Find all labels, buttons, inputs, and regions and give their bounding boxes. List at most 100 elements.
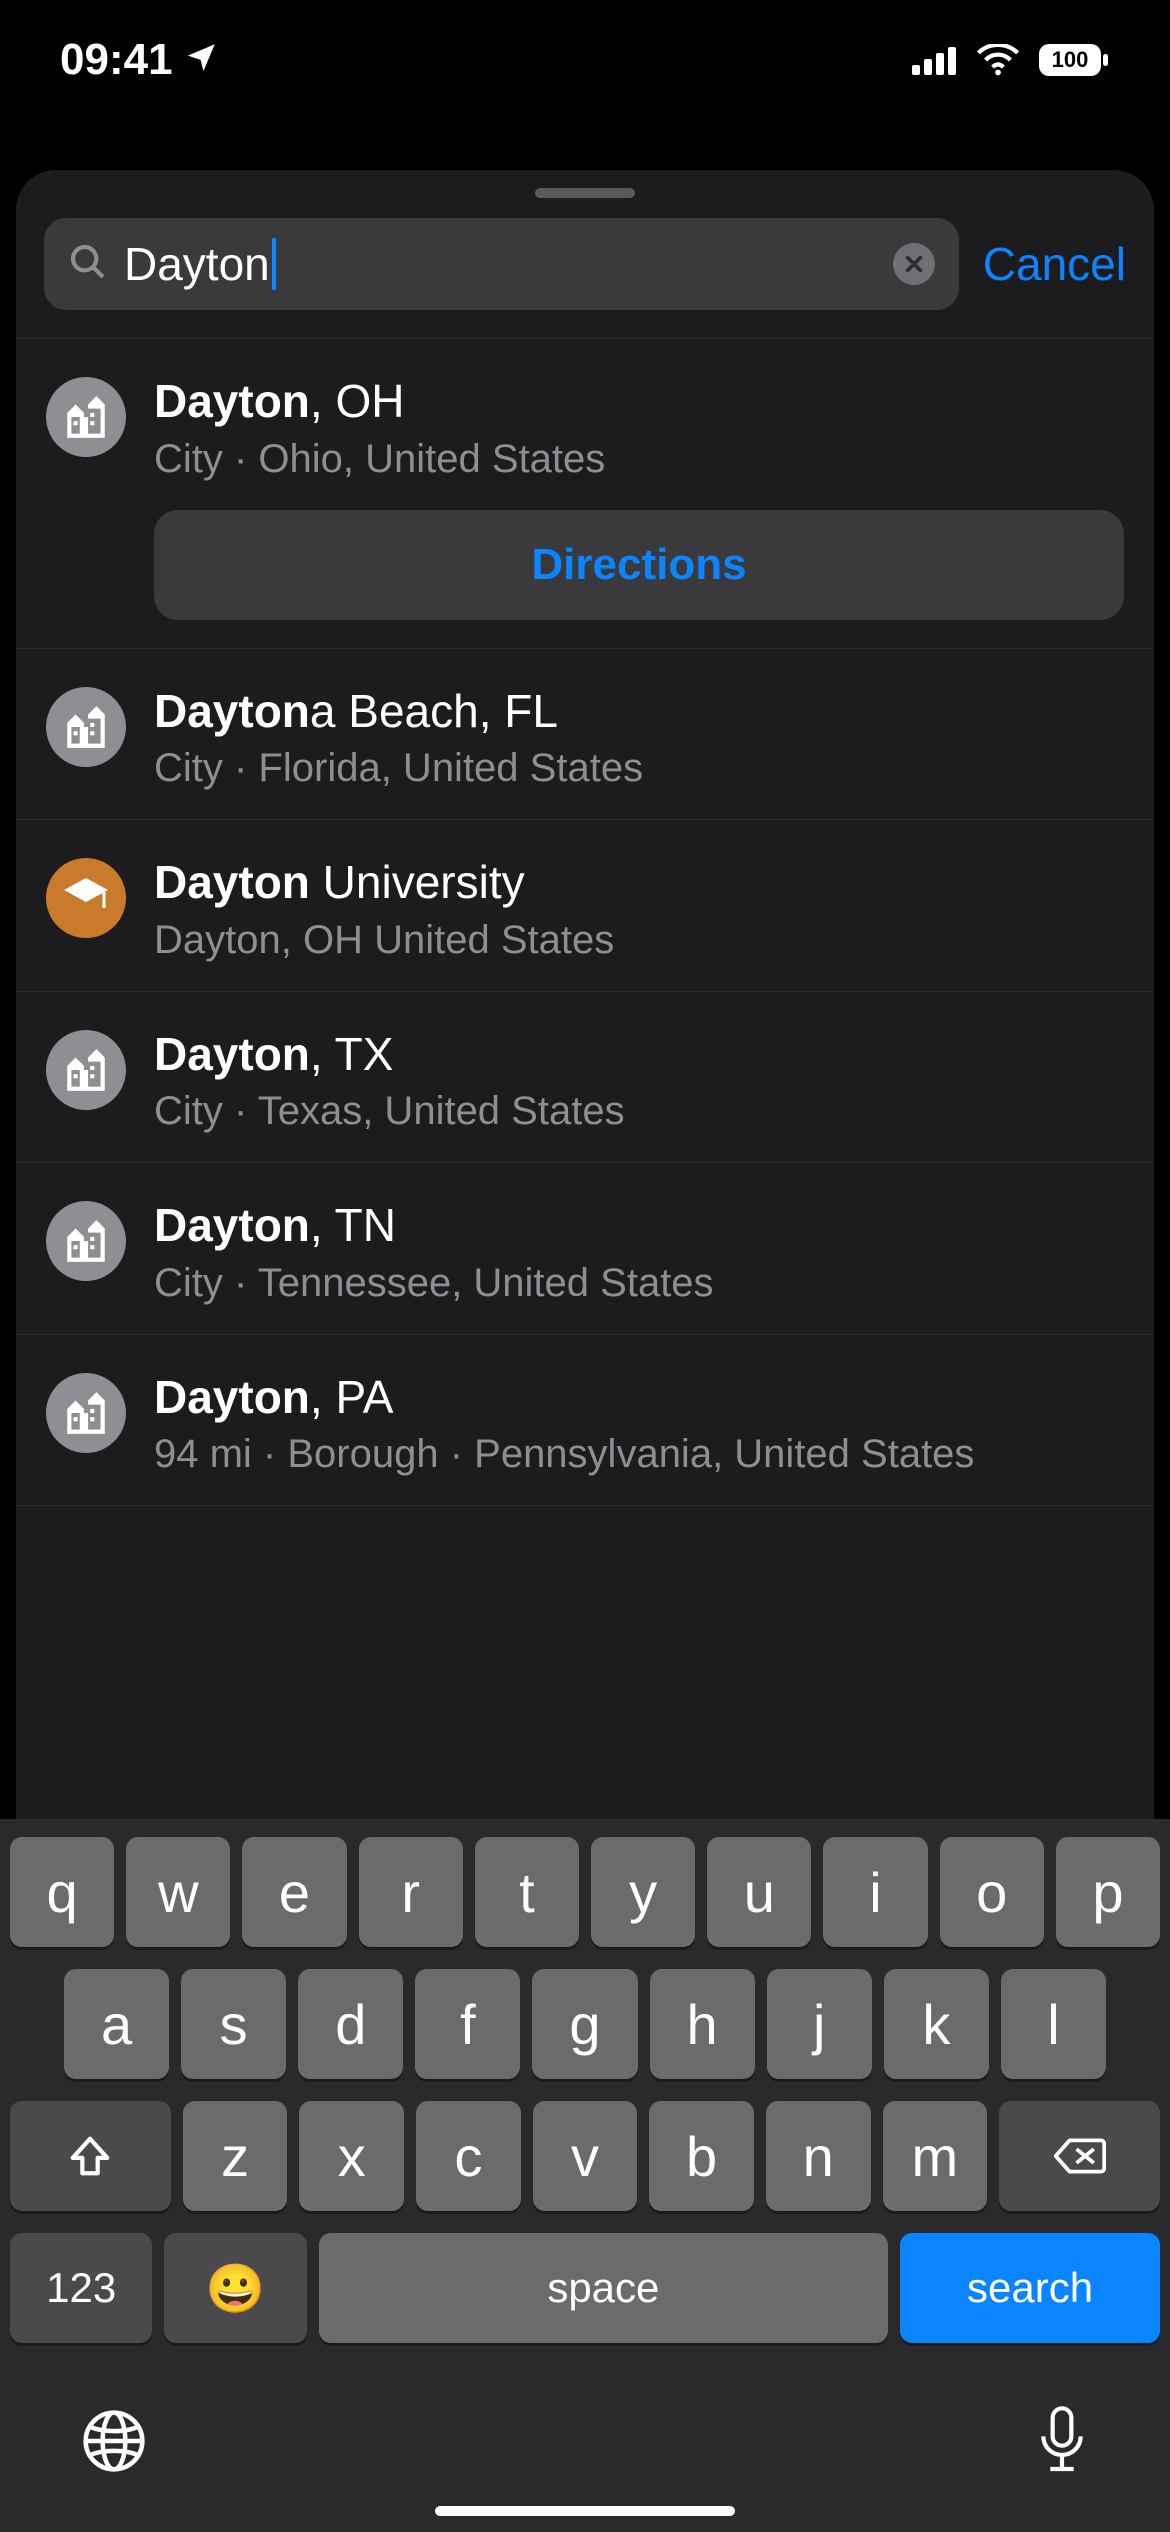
result-title-bold: Dayton: [154, 1028, 310, 1080]
result-row[interactable]: Dayton, TN City · Tennessee, United State…: [16, 1163, 1154, 1335]
result-title-bold: Dayton: [154, 1199, 310, 1251]
numbers-key[interactable]: 123: [10, 2233, 152, 2343]
search-icon: [68, 242, 108, 287]
result-title-rest: , TX: [310, 1028, 394, 1080]
result-body: Dayton, PA 94 mi · Borough · Pennsylvania…: [154, 1369, 1124, 1478]
result-title-bold: Dayton: [154, 685, 310, 737]
result-subtitle: 94 mi · Borough · Pennsylvania, United S…: [154, 1432, 1124, 1477]
search-query-text: Dayton: [124, 237, 270, 291]
key-w[interactable]: w: [126, 1837, 230, 1947]
status-time: 09:41: [60, 35, 173, 85]
text-caret: [272, 238, 276, 290]
key-i[interactable]: i: [823, 1837, 927, 1947]
city-icon: [46, 377, 126, 457]
key-f[interactable]: f: [415, 1969, 520, 2079]
key-q[interactable]: q: [10, 1837, 114, 1947]
result-subtitle: City · Florida, United States: [154, 746, 1124, 791]
result-body: Dayton, TX City · Texas, United States: [154, 1026, 1124, 1135]
key-k[interactable]: k: [884, 1969, 989, 2079]
result-row[interactable]: Dayton, TX City · Texas, United States: [16, 992, 1154, 1164]
keyboard: qwertyuiop asdfghjkl zxcvbnm 123 😀 space…: [0, 1819, 1170, 2532]
grabber-handle[interactable]: [535, 188, 635, 198]
directions-button[interactable]: Directions: [154, 510, 1124, 620]
result-title-bold: Dayton: [154, 1371, 310, 1423]
backspace-key[interactable]: [999, 2101, 1160, 2211]
emoji-key[interactable]: 😀: [164, 2233, 306, 2343]
key-y[interactable]: y: [591, 1837, 695, 1947]
location-icon: [185, 35, 219, 85]
cancel-button[interactable]: Cancel: [983, 237, 1126, 291]
keyboard-row-3: zxcvbnm: [10, 2101, 1160, 2211]
result-title-rest: , OH: [310, 375, 405, 427]
search-row: Dayton Cancel: [16, 218, 1154, 338]
globe-key[interactable]: [80, 2407, 148, 2480]
key-u[interactable]: u: [707, 1837, 811, 1947]
result-title: Daytona Beach, FL: [154, 683, 1124, 741]
key-h[interactable]: h: [650, 1969, 755, 2079]
key-n[interactable]: n: [766, 2101, 871, 2211]
key-l[interactable]: l: [1001, 1969, 1106, 2079]
shift-key[interactable]: [10, 2101, 171, 2211]
key-o[interactable]: o: [940, 1837, 1044, 1947]
key-a[interactable]: a: [64, 1969, 169, 2079]
cellular-icon: [912, 45, 958, 75]
result-title-rest: , PA: [310, 1371, 394, 1423]
result-row[interactable]: Dayton University Dayton, OH United State…: [16, 820, 1154, 992]
result-row[interactable]: Daytona Beach, FL City · Florida, United …: [16, 649, 1154, 821]
result-title: Dayton, TX: [154, 1026, 1124, 1084]
city-icon: [46, 1201, 126, 1281]
keyboard-row-2: asdfghjkl: [10, 1969, 1160, 2079]
keyboard-row-1: qwertyuiop: [10, 1837, 1160, 1947]
key-r[interactable]: r: [359, 1837, 463, 1947]
key-x[interactable]: x: [299, 2101, 404, 2211]
key-e[interactable]: e: [242, 1837, 346, 1947]
result-subtitle: City · Ohio, United States: [154, 437, 1124, 482]
city-icon: [46, 687, 126, 767]
home-indicator[interactable]: [435, 2506, 735, 2516]
status-bar: 09:41 100: [0, 0, 1170, 120]
key-v[interactable]: v: [533, 2101, 638, 2211]
key-g[interactable]: g: [532, 1969, 637, 2079]
clear-button[interactable]: [893, 243, 935, 285]
result-title: Dayton University: [154, 854, 1124, 912]
key-c[interactable]: c: [416, 2101, 521, 2211]
space-key[interactable]: space: [319, 2233, 888, 2343]
key-z[interactable]: z: [183, 2101, 288, 2211]
result-title-rest: a Beach, FL: [310, 685, 558, 737]
status-right: 100: [912, 43, 1110, 77]
graduation-cap-icon: [46, 858, 126, 938]
result-body: Dayton, TN City · Tennessee, United State…: [154, 1197, 1124, 1306]
result-title-bold: Dayton: [154, 375, 310, 427]
keyboard-row-3-letters: zxcvbnm: [183, 2101, 987, 2211]
result-subtitle: City · Tennessee, United States: [154, 1261, 1124, 1306]
key-p[interactable]: p: [1056, 1837, 1160, 1947]
result-title: Dayton, TN: [154, 1197, 1124, 1255]
city-icon: [46, 1373, 126, 1453]
result-body: Dayton, OH City · Ohio, United States Dire…: [154, 373, 1124, 620]
key-m[interactable]: m: [883, 2101, 988, 2211]
search-field[interactable]: Dayton: [44, 218, 959, 310]
result-title-bold: Dayton: [154, 856, 310, 908]
keyboard-row-4: 123 😀 space search: [10, 2233, 1160, 2343]
key-j[interactable]: j: [767, 1969, 872, 2079]
status-left: 09:41: [60, 35, 219, 85]
result-subtitle: City · Texas, United States: [154, 1089, 1124, 1134]
result-row[interactable]: Dayton, OH City · Ohio, United States Dire…: [16, 339, 1154, 649]
key-b[interactable]: b: [649, 2101, 754, 2211]
result-title-rest: , TN: [310, 1199, 396, 1251]
key-t[interactable]: t: [475, 1837, 579, 1947]
battery-icon: 100: [1038, 43, 1110, 77]
wifi-icon: [976, 44, 1020, 76]
results-list: Dayton, OHCity · Ohio, United StatesDire…: [16, 338, 1154, 1506]
result-title-rest: University: [310, 856, 525, 908]
key-d[interactable]: d: [298, 1969, 403, 2079]
result-subtitle: Dayton, OH United States: [154, 918, 1124, 963]
search-input[interactable]: Dayton: [124, 237, 877, 291]
result-row[interactable]: Dayton, PA 94 mi · Borough · Pennsylvania…: [16, 1335, 1154, 1507]
key-s[interactable]: s: [181, 1969, 286, 2079]
dictation-key[interactable]: [1034, 2405, 1090, 2482]
result-title: Dayton, OH: [154, 373, 1124, 431]
battery-level: 100: [1052, 47, 1089, 72]
result-title: Dayton, PA: [154, 1369, 1124, 1427]
search-key[interactable]: search: [900, 2233, 1160, 2343]
